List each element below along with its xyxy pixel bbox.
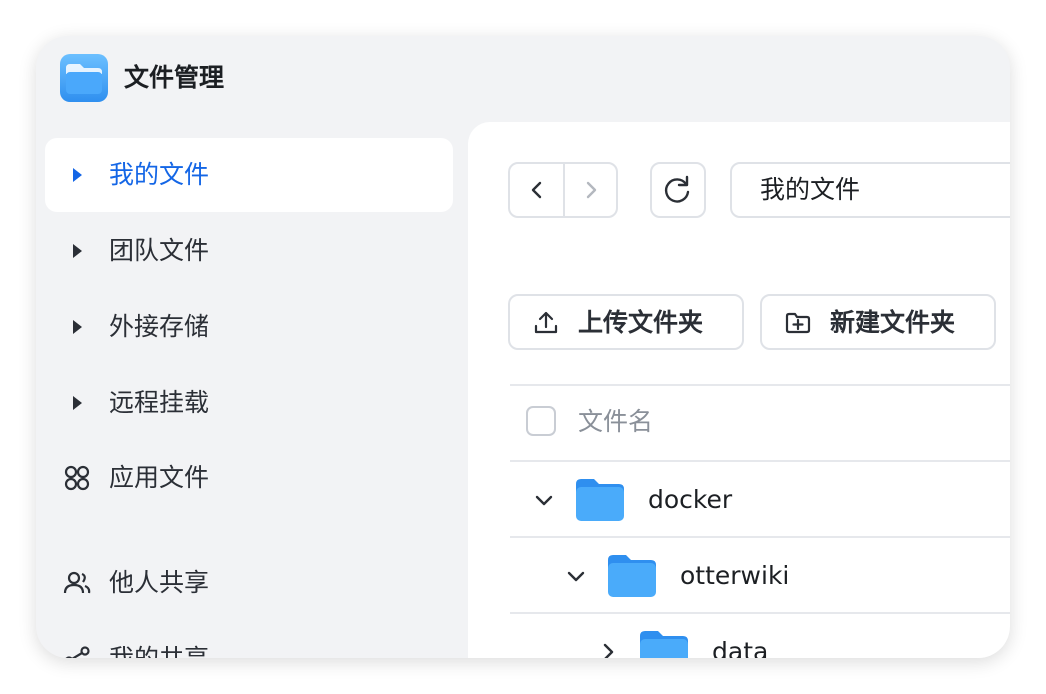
sidebar-item-label: 应用文件 [109, 463, 210, 492]
file-row-docker[interactable]: docker [510, 462, 1010, 538]
sidebar-item-my-shares[interactable]: 我的共享 [45, 622, 453, 658]
current-path: 我的文件 [760, 175, 861, 204]
chevron-right-icon [586, 181, 597, 199]
app-title: 文件管理 [124, 63, 225, 92]
caret-right-icon [73, 168, 82, 182]
title-bar: 文件管理 [36, 36, 1010, 122]
refresh-button[interactable] [650, 162, 706, 218]
chevron-down-icon[interactable] [532, 488, 556, 512]
sidebar-item-shared-with-me[interactable]: 他人共享 [45, 546, 453, 620]
sidebar-item-label: 我的文件 [109, 160, 210, 189]
caret-right-icon [73, 320, 82, 334]
chevron-down-icon[interactable] [564, 564, 588, 588]
sidebar-item-label: 我的共享 [109, 641, 209, 658]
caret-right-icon [73, 396, 82, 410]
file-row-otterwiki[interactable]: otterwiki [510, 538, 1010, 614]
users-icon [63, 571, 91, 594]
file-name: data [712, 637, 769, 658]
file-manager-window: 文件管理 我的文件 团队文件 外接存储 远程挂载 应用文件 他人共享 我的文件 … [36, 36, 1010, 658]
new-folder-button[interactable]: 新建文件夹 [760, 294, 996, 350]
sidebar-item-label: 他人共享 [109, 568, 210, 597]
apps-grid-icon [64, 465, 90, 491]
folder-app-icon [60, 54, 108, 102]
sidebar-item-label: 外接存储 [109, 312, 210, 341]
column-header-filename[interactable]: 文件名 [578, 404, 653, 440]
folder-icon [640, 631, 688, 658]
file-name: docker [648, 485, 733, 514]
file-name: otterwiki [680, 561, 790, 590]
caret-right-icon [73, 244, 82, 258]
folder-icon [608, 555, 656, 597]
divider [510, 384, 1010, 386]
sidebar-item-label: 团队文件 [109, 236, 210, 265]
folder-icon [576, 479, 624, 521]
history-nav-group [508, 162, 618, 218]
refresh-icon [664, 175, 690, 203]
path-breadcrumb-input[interactable]: 我的文件 [730, 162, 1010, 218]
sidebar-item-remote-mount[interactable]: 远程挂载 [45, 366, 453, 440]
upload-icon [534, 311, 558, 334]
sidebar-item-my-files[interactable]: 我的文件 [45, 138, 453, 212]
select-all-checkbox[interactable] [526, 406, 556, 436]
sidebar-item-external-storage[interactable]: 外接存储 [45, 290, 453, 364]
chevron-right-icon[interactable] [596, 640, 620, 658]
main-panel: 我的文件 上传文件夹 新建文件夹 文件名 docker otterwiki da… [468, 122, 1010, 658]
sidebar-item-team-files[interactable]: 团队文件 [45, 214, 453, 288]
forward-button[interactable] [565, 164, 619, 216]
folder-plus-icon [785, 312, 811, 334]
new-folder-label: 新建文件夹 [830, 308, 956, 337]
share-icon [65, 646, 90, 658]
chevron-left-icon [531, 181, 542, 199]
file-row-data[interactable]: data [510, 614, 1010, 658]
back-button[interactable] [510, 164, 564, 216]
upload-folder-label: 上传文件夹 [578, 308, 704, 337]
sidebar-item-app-files[interactable]: 应用文件 [45, 441, 453, 515]
upload-folder-button[interactable]: 上传文件夹 [508, 294, 744, 350]
sidebar-item-label: 远程挂载 [109, 388, 210, 417]
